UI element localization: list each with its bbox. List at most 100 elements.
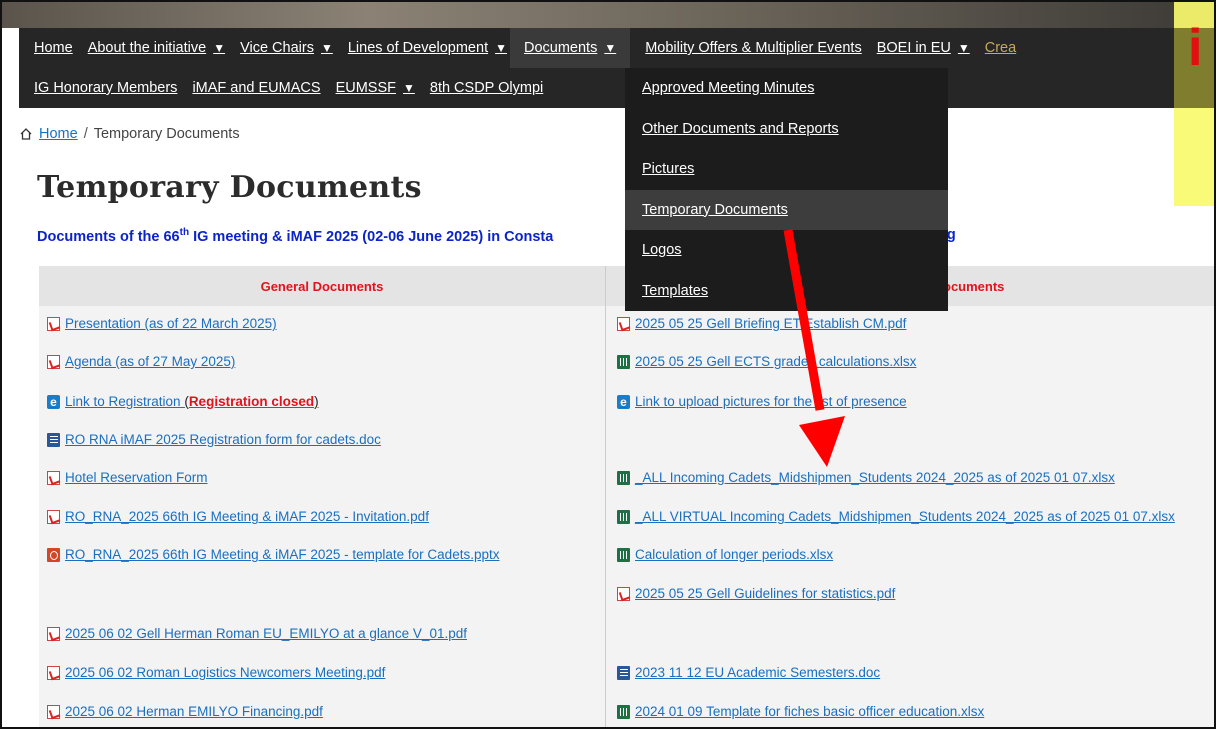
- menu-item-temporary-documents[interactable]: Temporary Documents: [625, 189, 948, 230]
- page-subtitle: Documents of the 66th IG meeting & iMAF …: [37, 227, 956, 245]
- paren-close: ): [314, 394, 319, 409]
- document-link[interactable]: e Link to Registration (Registration clos…: [47, 394, 319, 409]
- document-link-text[interactable]: RO_RNA_2025 66th IG Meeting & iMAF 2025 …: [65, 547, 499, 562]
- column-header-right-label: ocuments: [943, 278, 1005, 294]
- nav-item-label: BOEI in EU: [876, 40, 951, 56]
- nav-item-lines-of-development[interactable]: Lines of Development ▼: [348, 28, 507, 68]
- document-link[interactable]: Presentation (as of 22 March 2025): [47, 316, 277, 331]
- document-link-text[interactable]: 2024 01 09 Template for fiches basic off…: [635, 704, 984, 719]
- chevron-down-icon: ▼: [604, 41, 617, 55]
- menu-item-approved-meeting-minutes[interactable]: Approved Meeting Minutes: [625, 68, 948, 108]
- breadcrumb: Home / Temporary Documents: [19, 126, 240, 142]
- nav-item-label: iMAF and EUMACS: [192, 80, 321, 96]
- menu-item-label: Approved Meeting Minutes: [642, 80, 815, 96]
- pdf-file-icon: [47, 626, 60, 641]
- nav-item-mobility-offers-multiplier-events[interactable]: Mobility Offers & Multiplier Events: [645, 28, 862, 68]
- document-link-text[interactable]: Hotel Reservation Form: [65, 470, 208, 485]
- document-link-text[interactable]: 2025 06 02 Herman EMILYO Financing.pdf: [65, 704, 323, 719]
- table-body: Presentation (as of 22 March 2025) Agenda…: [39, 306, 1214, 727]
- nav-item-crea[interactable]: Crea: [985, 28, 1016, 68]
- document-link[interactable]: Agenda (as of 27 May 2025): [47, 354, 235, 369]
- document-link[interactable]: 2023 11 12 EU Academic Semesters.doc: [617, 665, 880, 680]
- nav-item-label: Vice Chairs: [240, 40, 314, 56]
- nav-item-about-the-initiative[interactable]: About the initiative ▼: [88, 28, 225, 68]
- document-link[interactable]: RO_RNA_2025 66th IG Meeting & iMAF 2025 …: [47, 509, 429, 524]
- document-link-text[interactable]: RO_RNA_2025 66th IG Meeting & iMAF 2025 …: [65, 509, 429, 524]
- pdf-file-icon: [47, 509, 60, 524]
- document-link[interactable]: _ALL Incoming Cadets_Midshipmen_Students…: [617, 470, 1115, 485]
- document-link-text[interactable]: Link to Registration: [65, 394, 181, 409]
- xls-file-icon: [617, 704, 630, 719]
- document-link-text[interactable]: Calculation of longer periods.xlsx: [635, 547, 833, 562]
- menu-item-templates[interactable]: Templates: [625, 271, 948, 311]
- nav-item-boei-in-eu[interactable]: BOEI in EU ▼: [877, 28, 970, 68]
- nav-item-ig-honorary-members[interactable]: IG Honorary Members: [34, 68, 177, 108]
- main-navigation: Home About the initiative ▼ Vice Chairs ▼ Lin…: [19, 28, 1214, 108]
- breadcrumb-current: Temporary Documents: [93, 126, 240, 142]
- chevron-down-icon: ▼: [320, 41, 333, 55]
- pdf-file-icon: [47, 704, 60, 719]
- document-link[interactable]: Calculation of longer periods.xlsx: [617, 547, 833, 562]
- document-link[interactable]: 2025 05 25 Gell Briefing ET Establish CM…: [617, 316, 906, 331]
- document-link[interactable]: RO_RNA_2025 66th IG Meeting & iMAF 2025 …: [47, 547, 499, 562]
- document-link[interactable]: _ALL VIRTUAL Incoming Cadets_Midshipmen_…: [617, 509, 1175, 524]
- menu-item-label: Pictures: [642, 161, 695, 177]
- document-link-text[interactable]: 2025 05 25 Gell ECTS grades calculations…: [635, 354, 916, 369]
- registration-status: Registration closed: [188, 394, 315, 409]
- breadcrumb-home-link[interactable]: Home: [39, 126, 78, 142]
- document-link-text[interactable]: Presentation (as of 22 March 2025): [65, 316, 277, 331]
- document-link[interactable]: 2025 05 25 Gell ECTS grades calculations…: [617, 354, 916, 369]
- ie-file-icon: e: [617, 394, 630, 409]
- nav-item-8th-csdp-olympi[interactable]: 8th CSDP Olympi: [430, 68, 543, 108]
- document-link-text[interactable]: RO RNA iMAF 2025 Registration form for c…: [65, 432, 381, 447]
- nav-item-label: Mobility Offers & Multiplier Events: [645, 40, 862, 56]
- document-link[interactable]: 2025 06 02 Roman Logistics Newcomers Mee…: [47, 665, 385, 680]
- xls-file-icon: [617, 354, 630, 369]
- menu-item-label: Templates: [642, 282, 709, 299]
- document-link-text[interactable]: _ALL Incoming Cadets_Midshipmen_Students…: [635, 470, 1115, 485]
- pdf-file-icon: [47, 354, 60, 369]
- document-link[interactable]: Hotel Reservation Form: [47, 470, 208, 485]
- document-link[interactable]: 2024 01 09 Template for fiches basic off…: [617, 704, 984, 719]
- pdf-file-icon: [47, 470, 60, 485]
- ie-file-icon: e: [47, 394, 60, 409]
- house-outline-icon: [20, 128, 32, 140]
- document-link-text[interactable]: Link to upload pictures for the list of …: [635, 394, 907, 409]
- menu-item-logos[interactable]: Logos: [625, 230, 948, 270]
- menu-item-pictures[interactable]: Pictures: [625, 149, 948, 189]
- nav-item-home[interactable]: Home: [34, 28, 73, 68]
- document-link[interactable]: 2025 06 02 Gell Herman Roman EU_EMILYO a…: [47, 626, 467, 641]
- menu-item-other-documents-and-reports[interactable]: Other Documents and Reports: [625, 109, 948, 149]
- document-link-text[interactable]: 2025 06 02 Gell Herman Roman EU_EMILYO a…: [65, 626, 467, 641]
- document-link-text[interactable]: 2025 05 25 Gell Guidelines for statistic…: [635, 586, 895, 601]
- document-link-text[interactable]: 2025 05 25 Gell Briefing ET Establish CM…: [635, 316, 906, 331]
- document-link-text[interactable]: Agenda (as of 27 May 2025): [65, 354, 235, 369]
- document-link[interactable]: 2025 05 25 Gell Guidelines for statistic…: [617, 586, 895, 601]
- document-link[interactable]: RO RNA iMAF 2025 Registration form for c…: [47, 432, 381, 447]
- nav-item-label: Crea: [984, 40, 1017, 56]
- nav-item-eumssf[interactable]: EUMSSF ▼: [336, 68, 415, 108]
- ppt-file-icon: [47, 547, 60, 562]
- nav-item-documents[interactable]: Documents ▼: [509, 28, 631, 68]
- xls-file-icon: [617, 509, 630, 524]
- breadcrumb-separator: /: [83, 126, 88, 142]
- nav-item-label: Lines of Development: [347, 40, 489, 56]
- subtitle-left-part: IG meeting & iMAF 2025 (02-06 June 2025)…: [189, 228, 554, 245]
- document-link-text[interactable]: 2025 06 02 Roman Logistics Newcomers Mee…: [65, 665, 385, 680]
- xls-file-icon: [617, 547, 630, 562]
- paren-open: (: [180, 394, 189, 409]
- document-link[interactable]: e Link to upload pictures for the list of…: [617, 394, 907, 409]
- corner-logo-letter: i: [1188, 19, 1203, 77]
- pdf-file-icon: [47, 665, 60, 680]
- nav-item-label: 8th CSDP Olympi: [429, 80, 544, 96]
- pdf-file-icon: [617, 586, 630, 601]
- browser-viewport: Home About the initiative ▼ Vice Chairs ▼ Lin…: [0, 0, 1216, 729]
- nav-row-primary: Home About the initiative ▼ Vice Chairs ▼ Lin…: [19, 28, 1016, 68]
- nav-item-vice-chairs[interactable]: Vice Chairs ▼: [240, 28, 333, 68]
- document-link[interactable]: 2025 06 02 Herman EMILYO Financing.pdf: [47, 704, 323, 719]
- subtitle-ordinal: th: [179, 227, 190, 238]
- document-link-text[interactable]: 2023 11 12 EU Academic Semesters.doc: [635, 665, 880, 680]
- nav-item-imaf-and-eumacs[interactable]: iMAF and EUMACS: [192, 68, 320, 108]
- document-link-text[interactable]: _ALL VIRTUAL Incoming Cadets_Midshipmen_…: [635, 509, 1175, 524]
- nav-item-label: About the initiative: [87, 40, 207, 56]
